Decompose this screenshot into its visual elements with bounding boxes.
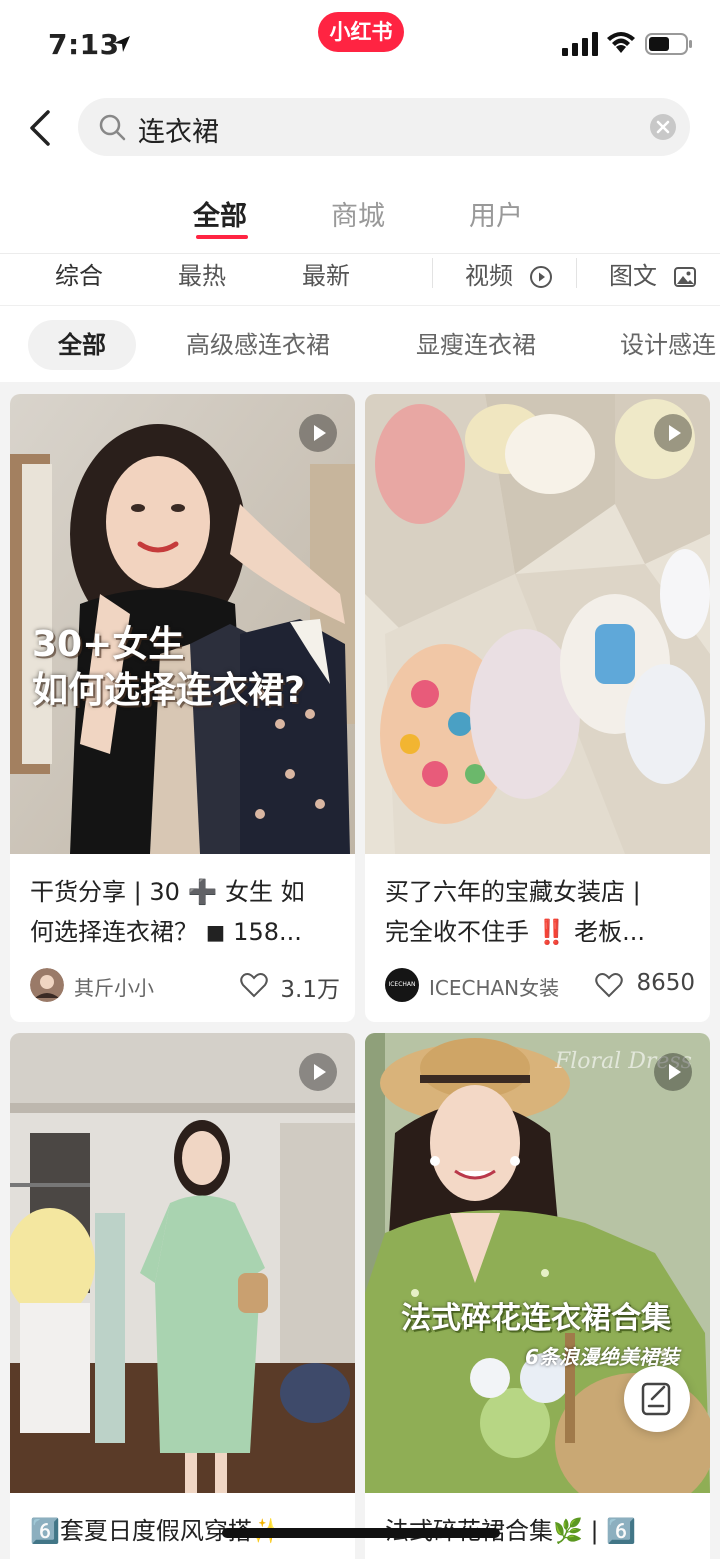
note-author-row: ICECHAN ICECHAN女装 8650 [385,968,695,1004]
search-query: 连衣裙 [138,117,219,148]
sort-comprehensive[interactable]: 综合 [55,256,103,291]
note-title: 买了六年的宝藏女装店 | 完全收不住手 ‼️ 老板... [385,872,695,952]
avatar[interactable]: ICECHAN [385,968,419,1002]
search-input[interactable]: 连衣裙 [78,98,690,156]
author-name[interactable]: ICECHAN女装 [429,972,559,1001]
chip-all[interactable]: 全部 [28,320,136,370]
sort-hottest[interactable]: 最热 [178,256,226,291]
battery-icon [645,33,692,55]
avatar-logo-text: ICECHAN [388,981,416,988]
cellular-signal-icon [562,32,598,56]
status-bar: 7:13 小红书 [0,0,720,88]
compose-button[interactable] [624,1366,690,1432]
heart-icon[interactable] [595,972,623,998]
cover-overlay-line: 如何选择连衣裙? [32,670,305,711]
back-arrow-icon[interactable] [24,108,58,148]
clear-search-button[interactable] [650,114,676,140]
note-title-line: 干货分享 | 30 ➕ 女生 如 [30,878,305,906]
note-title-line: 买了六年的宝藏女装店 | [385,878,641,906]
note-cover-image [365,394,710,854]
note-title-line: 完全收不住手 ‼️ 老板... [385,918,646,946]
video-play-button [299,1053,337,1091]
filter-video[interactable]: 视频 [465,256,553,291]
filter-divider [432,258,433,288]
chip-slimming-dress[interactable]: 显瘦连衣裙 [416,320,536,370]
result-type-tabs: 全部 商城 用户 [0,178,720,254]
tab-users[interactable]: 用户 [469,194,523,233]
tab-mall[interactable]: 商城 [331,194,385,233]
location-arrow-icon [114,36,130,52]
keyword-chips: 全部 高级感连衣裙 显瘦连衣裙 设计感连 [0,306,720,382]
cover-overlay-text: 30+女生 如何选择连衣裙? [32,622,305,714]
filter-image-text-label: 图文 [609,262,657,290]
filter-video-label: 视频 [465,262,513,290]
wifi-icon [607,32,635,53]
like-count: 3.1万 [280,977,340,1003]
note-card[interactable]: Floral Dress 法式碎花连衣裙合集 6条浪漫绝美裙装 法式碎花裙合集🌿… [365,1033,710,1559]
search-icon [99,114,126,141]
note-card[interactable]: 买了六年的宝藏女装店 | 完全收不住手 ‼️ 老板... ICECHAN ICE… [365,394,710,1022]
heart-icon[interactable] [240,972,268,998]
sort-newest[interactable]: 最新 [302,256,350,291]
video-play-button [654,414,692,452]
home-indicator[interactable] [222,1528,500,1538]
tab-all[interactable]: 全部 [193,194,247,233]
chip-elegant-dress[interactable]: 高级感连衣裙 [186,320,330,370]
avatar[interactable] [30,968,64,1002]
note-author-row: 其斤小小 3.1万 [30,968,340,1004]
author-name[interactable]: 其斤小小 [74,972,154,1001]
video-play-button [299,414,337,452]
cover-overlay-line: 30+女生 [32,624,185,665]
image-icon [673,267,696,287]
note-cover-image [10,1033,355,1493]
cover-overlay-text: 法式碎花连衣裙合集 [401,1301,671,1336]
note-card[interactable]: 6️⃣套夏日度假风穿搭✨ [10,1033,355,1559]
edit-note-icon [641,1382,671,1416]
play-circle-icon [529,266,552,288]
chip-design-dress[interactable]: 设计感连 [620,320,716,370]
sort-filter-bar: 综合 最热 最新 视频 图文 [0,254,720,306]
filter-divider [576,258,577,288]
video-play-button [654,1053,692,1091]
note-card[interactable]: 30+女生 如何选择连衣裙? 干货分享 | 30 ➕ 女生 如 何选择连衣裙？ … [10,394,355,1022]
search-header: 连衣裙 [0,88,720,178]
status-time: 7:13 [48,28,120,61]
xiaohongshu-logo[interactable]: 小红书 [318,12,404,52]
note-title-line: 何选择连衣裙？ ◼ 158... [30,918,302,946]
note-title: 干货分享 | 30 ➕ 女生 如 何选择连衣裙？ ◼ 158... [30,872,340,952]
filter-image-text[interactable]: 图文 [609,256,697,291]
close-icon [656,120,670,134]
active-tab-indicator [196,235,248,239]
like-count: 8650 [636,970,695,996]
